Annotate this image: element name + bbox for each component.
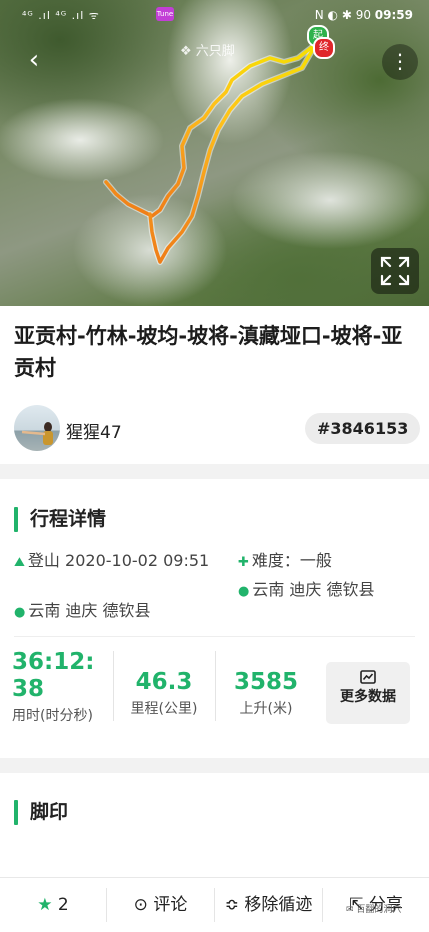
location-pin-icon: ● (238, 584, 250, 599)
comment-icon: ⊙ (133, 895, 148, 915)
stat-label: 里程(公里) (130, 701, 198, 717)
signal-indicators: ⁴ᴳ .ıl ⁴ᴳ .ıl ᯤ (22, 9, 100, 22)
route-map[interactable]: ⁴ᴳ .ıl ⁴ᴳ .ıl ᯤ Tune N ◐ ✱ 90 09:59 ‹ ❖ … (0, 0, 429, 306)
start-location: 云南 迪庆 德钦县 (28, 601, 151, 620)
like-count: 2 (57, 895, 69, 915)
section-title: 脚印 (30, 801, 69, 823)
activity-info: ⛰ 登山 2020-10-02 09:51 ● 云南 迪庆 德钦县 (14, 549, 224, 620)
watermark: ✉ 百翻的洞穴 (346, 902, 401, 915)
end-location: 云南 迪庆 德钦县 (252, 580, 375, 599)
mountain-icon: ⛰ (14, 555, 25, 570)
comment-label: 评论 (153, 895, 188, 915)
user-photo-icon (21, 422, 53, 445)
stat-value: 46.3 (135, 669, 193, 695)
back-button[interactable]: ‹ (14, 44, 54, 76)
stats-row: 36:12:38 用时(时分秒) 46.3 里程(公里) 3585 上升(米) … (0, 649, 429, 727)
app-notification-icon: Tune (156, 7, 174, 21)
more-data-button[interactable]: 更多数据 (326, 662, 410, 724)
stat-duration: 36:12:38 用时(时分秒) (12, 649, 110, 727)
wechat-icon: ✉ (346, 905, 357, 915)
track-id-badge: #3846153 (305, 413, 421, 444)
section-accent-bar (14, 800, 18, 825)
more-data-label: 更多数据 (340, 689, 396, 705)
route-title: 亚贡村-竹林-坡均-坡将-滇藏垭口-坡将-亚贡村 (14, 324, 403, 380)
stat-distance: 46.3 里程(公里) (114, 669, 214, 747)
stat-value: 3585 (233, 669, 298, 695)
route-summary-card: 亚贡村-竹林-坡均-坡将-滇藏垭口-坡将-亚贡村 猩猩47 #3846153 (0, 306, 429, 464)
system-icons: N ◐ ✱ 90 (314, 8, 371, 22)
chart-icon (360, 670, 376, 684)
like-button[interactable]: ★ 2 (0, 878, 106, 932)
section-title: 行程详情 (30, 508, 107, 530)
logo-text: 六只脚 (195, 44, 235, 59)
app-logo: ❖ 六只脚 (180, 40, 235, 59)
puzzle-icon: ✚ (238, 555, 249, 570)
status-bar: ⁴ᴳ .ıl ⁴ᴳ .ıl ᯤ Tune N ◐ ✱ 90 09:59 (0, 0, 429, 32)
link-unlink-icon: ≎ (224, 895, 239, 915)
expand-icon (380, 256, 410, 286)
star-icon: ★ (37, 895, 53, 915)
stat-value: 36:12:38 (12, 649, 95, 702)
more-vertical-icon: ⋮ (390, 49, 410, 73)
footprint-logo-icon: ❖ (180, 44, 196, 59)
end-pin: 终 (313, 37, 335, 59)
chevron-left-icon: ‹ (28, 45, 40, 75)
section-accent-bar (14, 507, 18, 532)
divider (14, 636, 415, 637)
activity-type: 登山 (27, 551, 60, 570)
watermark-text: 百翻的洞穴 (356, 905, 402, 915)
difficulty: 难度：一般 (251, 551, 332, 570)
stat-label: 用时(时分秒) (12, 708, 93, 724)
route-track-outbound (104, 42, 318, 218)
stat-elevation-gain: 3585 上升(米) (216, 669, 316, 747)
comment-button[interactable]: ⊙ 评论 (107, 878, 214, 932)
remove-track-label: 移除循迹 (244, 895, 313, 915)
user-name[interactable]: 猩猩47 (66, 418, 122, 443)
remove-track-button[interactable]: ≎ 移除循迹 (215, 878, 322, 932)
difficulty-info: ✚ 难度：一般 ● 云南 迪庆 德钦县 (238, 549, 375, 603)
start-datetime: 2020-10-02 09:51 (65, 551, 210, 570)
stat-label: 上升(米) (239, 701, 293, 717)
more-button[interactable]: ⋮ (382, 44, 418, 80)
location-pin-icon: ● (14, 605, 26, 620)
trip-details-card: 行程详情 ⛰ 登山 2020-10-02 09:51 ● 云南 迪庆 德钦县 ✚ 难度… (0, 479, 429, 758)
fullscreen-button[interactable] (371, 248, 419, 294)
status-icons: N ◐ ✱ 90 09:59 (315, 8, 413, 22)
avatar[interactable] (14, 405, 60, 451)
footprint-card: 脚印 (0, 773, 429, 877)
clock: 09:59 (374, 8, 413, 22)
